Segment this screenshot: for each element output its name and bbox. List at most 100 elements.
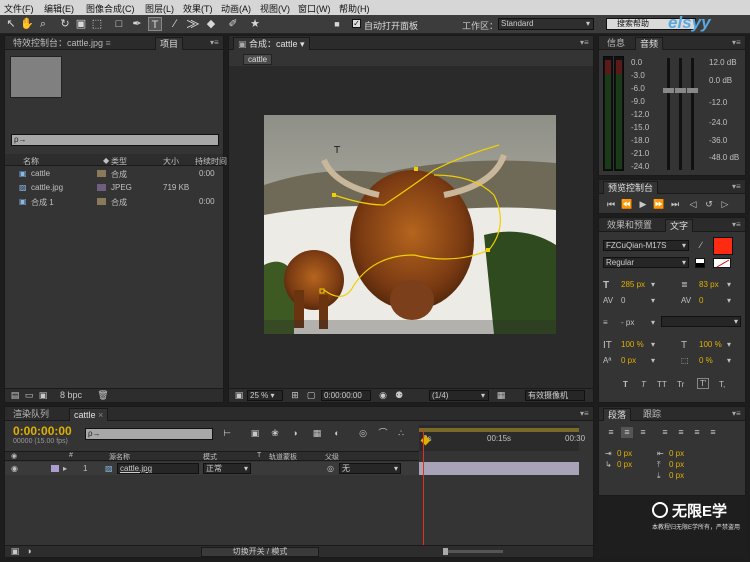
dropdown-icon[interactable]: ▾ xyxy=(651,318,655,327)
justify-center-icon[interactable]: ≡ xyxy=(675,427,687,438)
parent-pickwhip-icon[interactable]: ◎ xyxy=(327,464,334,473)
tab-render-queue[interactable]: 渲染队列 xyxy=(9,408,53,421)
menu-file[interactable]: 文件(F) xyxy=(4,2,34,15)
first-line-indent-value[interactable]: 0 px xyxy=(617,460,632,469)
col-track-matte[interactable]: 轨道蒙板 xyxy=(269,452,297,462)
audio-icon[interactable]: ◁ xyxy=(687,199,699,210)
justify-all-icon[interactable]: ≡ xyxy=(707,427,719,438)
project-item[interactable]: ▣ 合成 1 合成 0:00 xyxy=(5,195,223,208)
menu-animation[interactable]: 动画(A) xyxy=(221,2,251,15)
brainstorm-icon[interactable]: ◎ xyxy=(357,428,369,439)
align-left-icon[interactable]: ≡ xyxy=(605,427,617,438)
baseline-shift-value[interactable]: 0 px xyxy=(621,356,636,365)
zoom-tool-icon[interactable]: ⌕ xyxy=(36,17,50,31)
bit-depth-button[interactable]: 8 bpc xyxy=(51,390,91,401)
timeline-search-input[interactable]: ρ→ xyxy=(85,428,213,440)
camera-tool-icon[interactable]: ▣ xyxy=(74,17,88,31)
dropdown-icon[interactable]: ▾ xyxy=(651,340,655,349)
audio-slider-right[interactable] xyxy=(687,58,698,170)
tab-effect-controls[interactable]: 特效控制台：cattle.jpg ≡ xyxy=(9,37,115,50)
audio-slider-center[interactable] xyxy=(675,58,686,170)
toggle-modes-icon[interactable]: ◑ xyxy=(23,546,35,557)
col-type[interactable]: 类型 xyxy=(111,156,127,167)
layer-name[interactable]: cattle.jpg xyxy=(117,463,199,474)
justify-right-icon[interactable]: ≡ xyxy=(691,427,703,438)
col-size[interactable]: 大小 xyxy=(163,156,179,167)
panel-menu-icon[interactable]: ▾≡ xyxy=(732,408,741,419)
tab-project[interactable]: 项目 xyxy=(155,37,184,50)
tab-effects-presets[interactable]: 效果和预置 xyxy=(603,219,656,232)
tab-character[interactable]: 文字 xyxy=(665,219,694,232)
fill-color-swatch[interactable] xyxy=(713,237,733,255)
subscript-button[interactable]: T, xyxy=(719,380,725,389)
zoom-select[interactable]: 25 % ▾ xyxy=(247,390,283,401)
menu-layer[interactable]: 图层(L) xyxy=(145,2,174,15)
dropdown-icon[interactable]: ▾ xyxy=(727,296,731,305)
stroke-order-select[interactable]: ▾ xyxy=(661,316,741,327)
all-caps-button[interactable]: TT xyxy=(657,380,667,389)
menu-help[interactable]: 帮助(H) xyxy=(339,2,370,15)
indent-right-value[interactable]: 0 px xyxy=(669,449,684,458)
menu-edit[interactable]: 编辑(E) xyxy=(44,2,74,15)
workspace-select[interactable]: Standard ▾ xyxy=(498,18,594,30)
project-item[interactable]: ▨ cattle.jpg JPEG 719 KB xyxy=(5,181,223,194)
panel-menu-icon[interactable]: ▾≡ xyxy=(210,37,219,48)
current-time-indicator[interactable] xyxy=(423,429,424,545)
label-color-swatch[interactable] xyxy=(97,184,106,191)
panel-menu-icon[interactable]: ▾≡ xyxy=(732,181,741,192)
align-center-icon[interactable]: ≡ xyxy=(621,427,633,438)
project-search-input[interactable]: ρ→ xyxy=(11,134,219,146)
auto-keyframe-icon[interactable]: ∴ xyxy=(395,428,407,439)
no-stroke-swatch[interactable] xyxy=(713,258,731,268)
menu-window[interactable]: 窗口(W) xyxy=(298,2,331,15)
interpret-footage-icon[interactable]: ▤ xyxy=(9,390,21,401)
panel-menu-icon[interactable]: ▾≡ xyxy=(580,37,589,48)
draft-3d-icon[interactable]: ❀ xyxy=(269,428,281,439)
camera-select[interactable]: 有效摄像机 xyxy=(525,390,585,401)
rotate-tool-icon[interactable]: ↻ xyxy=(58,17,72,31)
label-color-swatch[interactable] xyxy=(97,198,106,205)
expand-triangle-icon[interactable]: ▸ xyxy=(63,464,67,473)
small-caps-button[interactable]: Tr xyxy=(677,380,684,389)
motion-blur-icon[interactable]: ◐ xyxy=(331,428,343,439)
audio-slider-left[interactable] xyxy=(663,58,674,170)
dropdown-icon[interactable]: ▾ xyxy=(727,280,731,289)
menu-effect[interactable]: 效果(T) xyxy=(183,2,213,15)
superscript-button[interactable]: T' xyxy=(697,378,710,389)
label-color-swatch[interactable] xyxy=(97,170,106,177)
tab-preview[interactable]: 预览控制台 xyxy=(603,181,659,194)
space-before-value[interactable]: 0 px xyxy=(669,460,684,469)
last-frame-icon[interactable]: ⏭ xyxy=(669,199,681,210)
vertical-scale-value[interactable]: 100 % xyxy=(621,340,644,349)
pan-behind-tool-icon[interactable]: ⬚ xyxy=(90,17,104,31)
roto-brush-tool-icon[interactable]: ✐ xyxy=(226,17,240,31)
blend-mode-select[interactable]: 正常 ▾ xyxy=(203,463,251,474)
project-item[interactable]: ▣ cattle 合成 0:00 xyxy=(5,167,223,180)
menu-composition[interactable]: 图像合成(C) xyxy=(86,2,135,15)
parent-select[interactable]: 无 ▾ xyxy=(339,463,401,474)
kerning-value[interactable]: 0 xyxy=(621,296,625,305)
zoom-slider[interactable] xyxy=(443,548,503,555)
prev-frame-icon[interactable]: ⏪ xyxy=(621,199,633,210)
eye-icon[interactable]: ◉ xyxy=(11,464,18,473)
mask-visibility-icon[interactable]: ▢ xyxy=(305,390,317,401)
new-comp-icon[interactable]: ▣ xyxy=(37,390,49,401)
snapshot-camera-icon[interactable]: ◉ xyxy=(377,390,389,401)
stroke-swatch[interactable] xyxy=(695,258,705,268)
col-mode[interactable]: 模式 xyxy=(203,452,217,462)
tracking-value[interactable]: 0 xyxy=(699,296,703,305)
font-size-value[interactable]: 285 px xyxy=(621,280,645,289)
comp-timecode[interactable]: 0:00:00:00 xyxy=(321,390,371,401)
live-update-icon[interactable]: ▣ xyxy=(249,428,261,439)
panel-menu-icon[interactable]: ▾≡ xyxy=(732,37,741,48)
pen-tool-icon[interactable]: ✒ xyxy=(130,17,144,31)
eraser-tool-icon[interactable]: ◆ xyxy=(204,17,218,31)
justify-left-icon[interactable]: ≡ xyxy=(659,427,671,438)
dropdown-icon[interactable]: ▾ xyxy=(651,356,655,365)
puppet-tool-icon[interactable]: ★ xyxy=(248,17,262,31)
stroke-width-value[interactable]: - px xyxy=(621,318,634,327)
comp-viewer[interactable]: T xyxy=(229,66,593,388)
tsume-value[interactable]: 0 % xyxy=(699,356,713,365)
transparency-grid-icon[interactable]: ▦ xyxy=(495,390,507,401)
panel-menu-icon[interactable]: ▾≡ xyxy=(732,219,741,230)
